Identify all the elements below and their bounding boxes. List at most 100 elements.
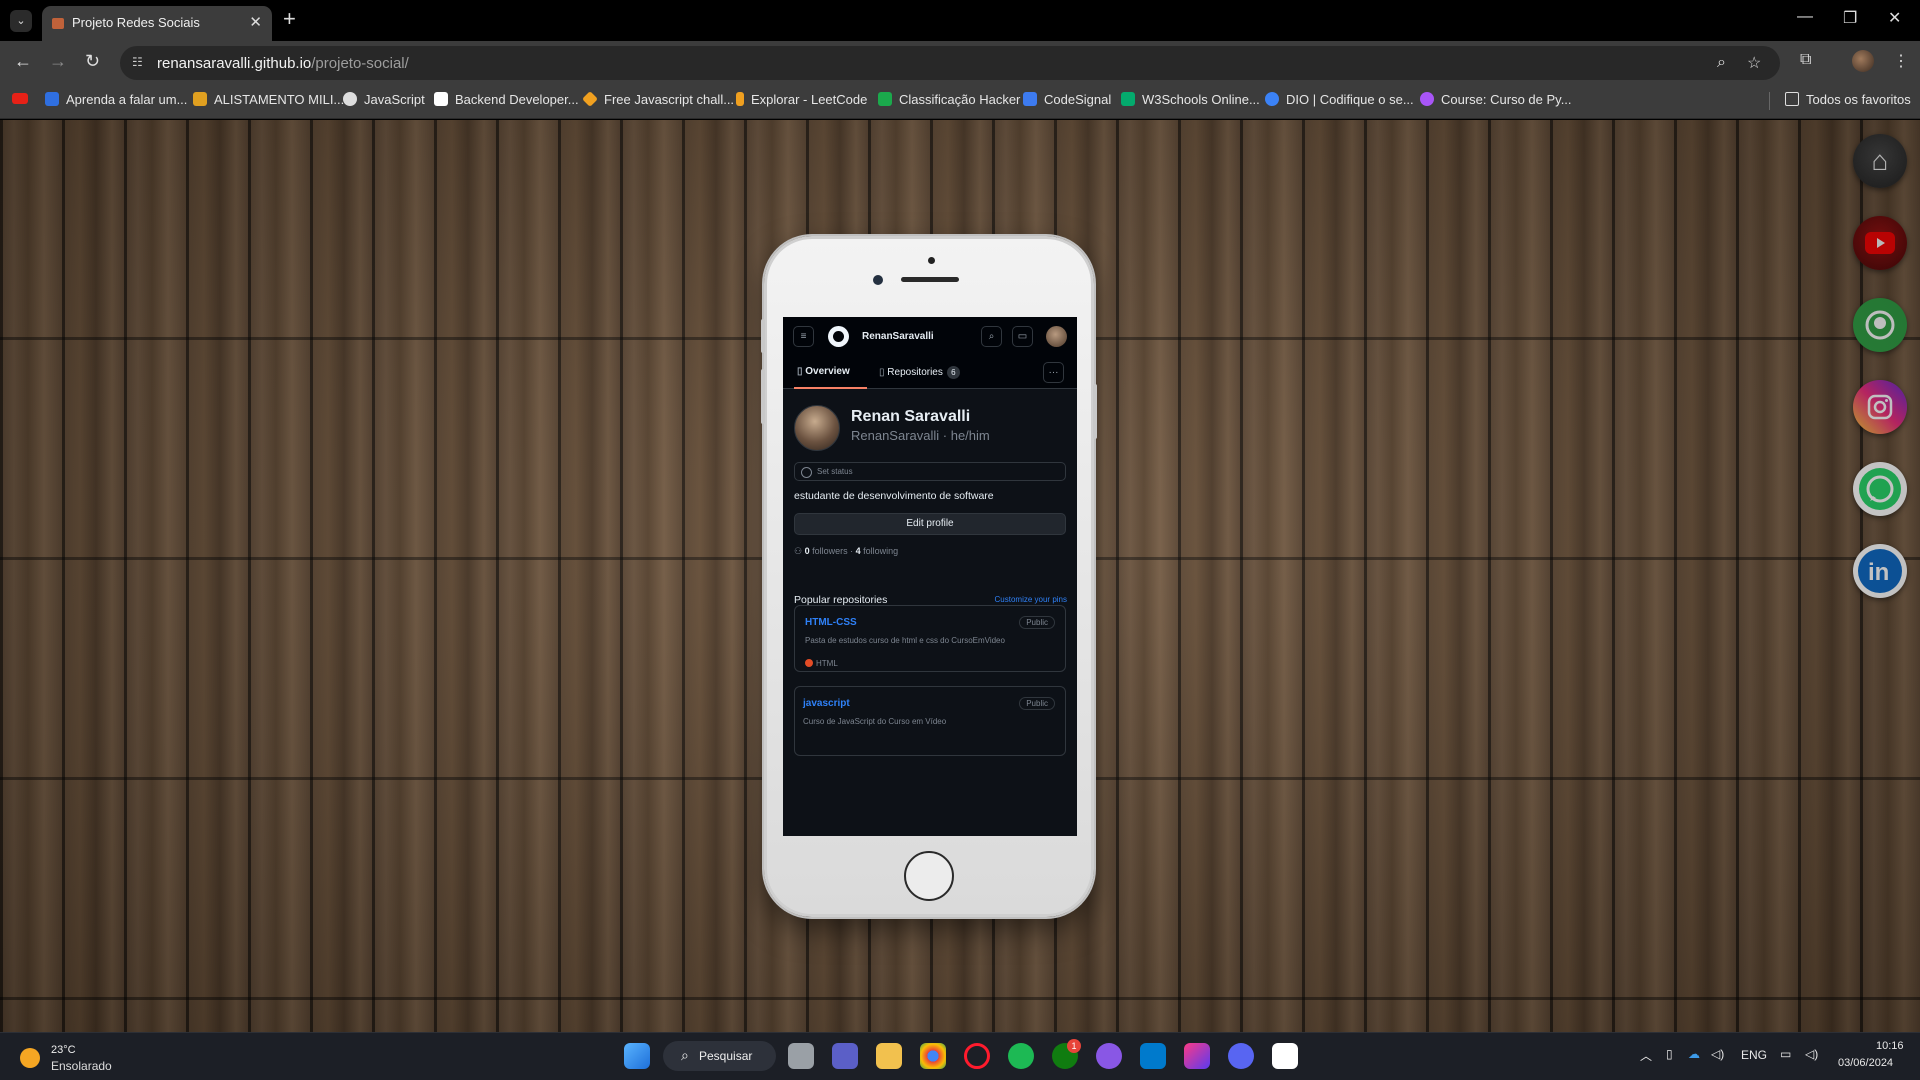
taskbar-search[interactable]: ⌕ Pesquisar (663, 1041, 776, 1071)
discord-icon[interactable] (1228, 1043, 1254, 1069)
reload-icon[interactable]: ↻ (85, 51, 100, 72)
followers-label[interactable]: followers (812, 546, 848, 556)
github-logo-icon[interactable] (828, 326, 849, 347)
tab-overview[interactable]: ▯ Overview (797, 366, 850, 377)
tab-title: Projeto Redes Sociais (72, 15, 200, 30)
opera-icon[interactable] (964, 1043, 990, 1069)
bookmark-item[interactable]: Course: Curso de Py... (1420, 92, 1572, 107)
network-icon[interactable]: ▭ (1780, 1047, 1791, 1061)
close-tab-icon[interactable]: ✕ (249, 13, 262, 31)
hamburger-menu-icon[interactable]: ≡ (793, 326, 814, 347)
bookmark-item[interactable]: CodeSignal (1023, 92, 1111, 107)
window-close-icon[interactable]: ✕ (1888, 8, 1901, 28)
profile-avatar[interactable] (1852, 50, 1874, 72)
bookmark-item[interactable]: JavaScript (343, 92, 425, 107)
address-bar[interactable]: ☷ renansaravalli.github.io/projeto-socia… (120, 46, 1780, 80)
bookmark-item[interactable]: Aprenda a falar um... (45, 92, 187, 107)
zoom-icon[interactable]: ⌕ (1717, 54, 1726, 72)
language-indicator[interactable]: ENG (1741, 1048, 1767, 1062)
bookmark-item[interactable]: Explorar - LeetCode (736, 92, 867, 107)
linkedin-link[interactable]: in (1853, 544, 1907, 598)
volume-icon[interactable]: ◁) (1805, 1047, 1818, 1061)
inbox-icon[interactable]: ▭ (1012, 326, 1033, 347)
notion-icon[interactable] (1272, 1043, 1298, 1069)
task-view-icon[interactable] (788, 1043, 814, 1069)
github-username[interactable]: RenanSaravalli (862, 331, 934, 342)
github-link[interactable] (1853, 298, 1907, 352)
profile-bio: estudante de desenvolvimento de software (794, 490, 994, 502)
github-desktop-icon[interactable] (1096, 1043, 1122, 1069)
tray-chevron-icon[interactable]: ︿ (1640, 1047, 1652, 1064)
onedrive-icon[interactable]: ☁ (1688, 1047, 1700, 1061)
people-icon: ⚇ (794, 546, 805, 556)
active-tab-indicator (794, 387, 867, 389)
windows-start-icon[interactable] (624, 1043, 650, 1069)
search-label: Pesquisar (699, 1049, 753, 1063)
tab-repositories[interactable]: ▯ Repositories 6 (879, 366, 960, 379)
bookmark-item[interactable]: Backend Developer... (434, 92, 579, 107)
bookmark-favicon-icon (434, 92, 448, 106)
weather-widget[interactable]: 23°C Ensolarado (20, 1043, 140, 1073)
url-path: /projeto-social/ (311, 55, 409, 72)
spotify-icon[interactable] (1008, 1043, 1034, 1069)
phone-side-button (761, 369, 765, 424)
intellij-icon[interactable] (1184, 1043, 1210, 1069)
following-count[interactable]: 4 (856, 546, 861, 556)
instagram-link[interactable] (1853, 380, 1907, 434)
home-link[interactable]: ⌂ (1853, 134, 1907, 188)
minimize-icon[interactable]: — (1797, 8, 1813, 26)
chrome-icon[interactable] (920, 1043, 946, 1069)
bookmark-star-icon[interactable]: ☆ (1747, 53, 1761, 73)
repo-name-link[interactable]: HTML-CSS (805, 617, 857, 628)
vscode-icon[interactable] (1140, 1043, 1166, 1069)
bookmark-item[interactable]: DIO | Codifique o se... (1265, 92, 1414, 107)
follow-stats: ⚇ 0 followers · 4 following (794, 546, 899, 556)
site-info-icon[interactable]: ☷ (132, 55, 146, 69)
customize-pins-link[interactable]: Customize your pins (995, 595, 1067, 604)
avatar[interactable] (1046, 326, 1067, 347)
repo-language: HTML (805, 659, 838, 668)
tab-search-button[interactable]: ⌄ (10, 10, 32, 32)
browser-tab-active[interactable]: Projeto Redes Sociais ✕ (42, 6, 272, 41)
edit-profile-button[interactable]: Edit profile (794, 513, 1066, 535)
more-options-icon[interactable]: ··· (1043, 362, 1064, 383)
language-dot-icon (805, 659, 813, 667)
phone-home-button[interactable] (904, 851, 954, 901)
youtube-link[interactable] (1853, 216, 1907, 270)
followers-count[interactable]: 0 (805, 546, 810, 556)
back-icon[interactable]: ← (14, 51, 32, 72)
usb-icon[interactable]: ▯ (1666, 1047, 1673, 1061)
browser-tabbar: ⌄ Projeto Redes Sociais ✕ + — ❐ ✕ (0, 0, 1920, 41)
bookmark-item[interactable]: ALISTAMENTO MILI... (193, 92, 344, 107)
search-icon[interactable]: ⌕ (981, 326, 1002, 347)
whatsapp-link[interactable] (1853, 462, 1907, 516)
linkedin-icon: in (1853, 544, 1907, 598)
new-tab-button[interactable]: + (283, 6, 296, 32)
all-bookmarks-folder[interactable]: Todos os favoritos (1785, 92, 1911, 107)
following-label[interactable]: following (863, 546, 898, 556)
bookmark-favicon-icon (582, 91, 598, 107)
extensions-icon[interactable]: ⧉ (1800, 51, 1811, 69)
clock-time[interactable]: 10:16 (1876, 1040, 1904, 1052)
svg-text:in: in (1868, 559, 1889, 586)
profile-avatar-large[interactable] (794, 405, 840, 451)
language-label: HTML (816, 659, 838, 668)
set-status-button[interactable]: Set status (794, 462, 1066, 481)
bookmark-item[interactable]: Classificação Hacker (878, 92, 1020, 107)
bookmark-favicon-icon (736, 92, 744, 106)
speaker-tray-icon[interactable]: ◁) (1711, 1047, 1724, 1061)
repo-count-badge: 6 (946, 366, 960, 379)
browser-menu-icon[interactable]: ⋮ (1893, 51, 1909, 71)
forward-icon[interactable]: → (49, 51, 67, 72)
phone-screen[interactable]: ≡ RenanSaravalli ⌕ ▭ ▯ Overview ▯ Reposi… (783, 317, 1077, 836)
restore-icon[interactable]: ❐ (1843, 8, 1857, 28)
meet-icon[interactable] (832, 1043, 858, 1069)
repo-name-link[interactable]: javascript (803, 698, 850, 709)
home-icon: ⌂ (1871, 145, 1889, 176)
bookmark-item[interactable]: Free Javascript chall... (582, 91, 734, 107)
url-text[interactable]: renansaravalli.github.io/projeto-social/ (157, 55, 409, 72)
youtube-bookmark-icon[interactable] (12, 92, 35, 107)
clock-date[interactable]: 03/06/2024 (1838, 1057, 1893, 1069)
file-explorer-icon[interactable] (876, 1043, 902, 1069)
bookmark-item[interactable]: W3Schools Online... (1121, 92, 1260, 107)
